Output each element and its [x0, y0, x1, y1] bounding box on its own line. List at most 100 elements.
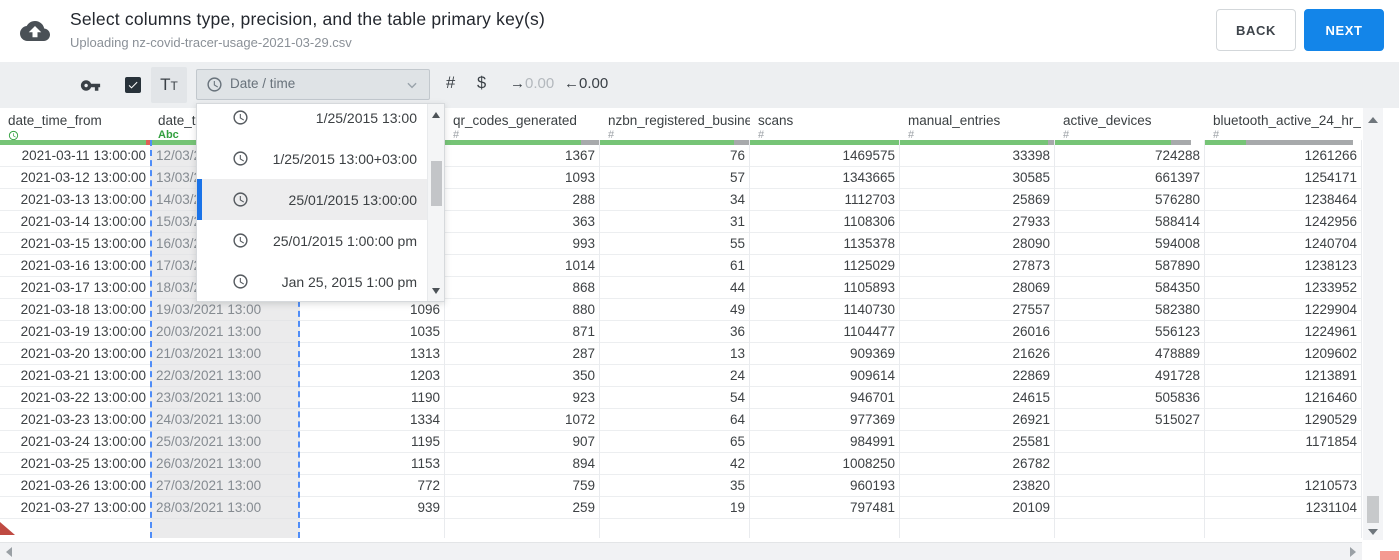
- table-cell: 2021-03-14 13:00:00: [0, 211, 150, 233]
- column-body: 724288 661397 576280 588414 594008 587890 5843…: [1055, 140, 1205, 538]
- datetime-format-option[interactable]: 1/25/2015 13:00+03:00: [197, 138, 427, 179]
- table-column-manual_entries[interactable]: manual_entries #33398 30585 25869 27933 28090…: [900, 108, 1055, 538]
- format-option-label: Jan 25, 2015 1:00 pm: [281, 273, 417, 290]
- table-cell: 22869: [900, 365, 1054, 387]
- scroll-up-arrow[interactable]: [1368, 117, 1378, 123]
- table-cell: 65: [600, 431, 749, 453]
- datetime-format-option[interactable]: 25/01/2015 1:00:00 pm: [197, 220, 427, 261]
- table-cell: 2021-03-18 13:00:00: [0, 299, 150, 321]
- table-cell: 30585: [900, 167, 1054, 189]
- column-header[interactable]: scans #: [750, 108, 900, 141]
- table-cell: 1096: [300, 299, 444, 321]
- table-cell: 1153: [300, 453, 444, 475]
- horizontal-scrollbar-thumb[interactable]: [1380, 551, 1399, 560]
- table-cell: [1205, 453, 1361, 475]
- table-column-bluetooth_active_24_hr_[interactable]: bluetooth_active_24_hr_ #1261266 1254171 12…: [1205, 108, 1362, 538]
- vertical-scrollbar[interactable]: [1363, 108, 1383, 540]
- datetime-format-dropdown: 1/25/2015 13:00 1/25/2015 13:00+03:00 25/0…: [196, 103, 445, 302]
- format-option-label: 25/01/2015 1:00:00 pm: [272, 232, 417, 249]
- dropdown-scrollbar-thumb[interactable]: [431, 161, 442, 206]
- dropdown-scroll-down-arrow[interactable]: [432, 288, 440, 294]
- column-header[interactable]: manual_entries #: [900, 108, 1055, 141]
- table-cell: 871: [445, 321, 599, 343]
- table-cell: 1240704: [1205, 233, 1361, 255]
- table-cell: 939: [300, 497, 444, 519]
- table-cell: 2021-03-16 13:00:00: [0, 255, 150, 277]
- table-cell: 1224961: [1205, 321, 1361, 343]
- table-cell: 28090: [900, 233, 1054, 255]
- cloud-upload-icon: [20, 16, 50, 46]
- scroll-left-arrow[interactable]: [6, 547, 12, 557]
- scroll-down-arrow[interactable]: [1368, 529, 1378, 535]
- column-type-toolbar: TT Date / time # $ →0.00 ←0.00: [0, 62, 1399, 108]
- table-cell: 594008: [1055, 233, 1204, 255]
- table-cell: 1238464: [1205, 189, 1361, 211]
- column-header[interactable]: qr_codes_generated #: [445, 108, 600, 141]
- quality-bar-green: [445, 140, 581, 145]
- table-cell: 1035: [300, 321, 444, 343]
- vertical-scrollbar-thumb[interactable]: [1367, 496, 1379, 523]
- clock-icon: [232, 150, 249, 167]
- column-header[interactable]: nzbn_registered_busine #: [600, 108, 750, 141]
- table-cell: 505836: [1055, 387, 1204, 409]
- table-cell: 2021-03-15 13:00:00: [0, 233, 150, 255]
- datetime-format-value: Date / time: [230, 76, 296, 91]
- table-cell: 2021-03-24 13:00:00: [0, 431, 150, 453]
- table-cell: 1216460: [1205, 387, 1361, 409]
- column-header[interactable]: bluetooth_active_24_hr_ #: [1205, 108, 1362, 141]
- table-cell: 35: [600, 475, 749, 497]
- table-cell: 49: [600, 299, 749, 321]
- column-header[interactable]: active_devices #: [1055, 108, 1205, 141]
- table-cell: 2021-03-26 13:00:00: [0, 475, 150, 497]
- datetime-format-option[interactable]: 25/01/2015 13:00:00: [197, 179, 427, 220]
- table-cell: 2021-03-25 13:00:00: [0, 453, 150, 475]
- column-header[interactable]: date_time_from: [0, 108, 150, 141]
- table-cell: 2021-03-20 13:00:00: [0, 343, 150, 365]
- table-cell: 1238123: [1205, 255, 1361, 277]
- number-type-button[interactable]: #: [446, 74, 455, 93]
- table-cell: 1140730: [750, 299, 899, 321]
- column-quality-bar: [600, 140, 749, 145]
- dropdown-scroll-up-arrow[interactable]: [432, 112, 440, 118]
- table-cell: 880: [445, 299, 599, 321]
- decimal-increase-button[interactable]: →0.00: [510, 75, 554, 92]
- column-name: qr_codes_generated: [453, 113, 577, 128]
- primary-key-icon[interactable]: [80, 75, 101, 96]
- table-cell: 907: [445, 431, 599, 453]
- table-column-nzbn_registered_busine[interactable]: nzbn_registered_busine #76 57 34 31 55 61 44 49 3…: [600, 108, 750, 538]
- next-button[interactable]: NEXT: [1304, 9, 1384, 51]
- table-cell: 1343665: [750, 167, 899, 189]
- column-body: 2021-03-11 13:00:00 2021-03-12 13:00:00 20…: [0, 140, 150, 538]
- text-type-button[interactable]: TT: [151, 67, 187, 103]
- table-cell: 1104477: [750, 321, 899, 343]
- column-body: 76 57 34 31 55 61 44 49 36 13 24 54 64 65 42 35 19: [600, 140, 750, 538]
- table-cell: 25581: [900, 431, 1054, 453]
- table-column-active_devices[interactable]: active_devices #724288 661397 576280 588414 5…: [1055, 108, 1205, 538]
- table-column-date_time_from[interactable]: date_time_from 2021-03-11 13:00:00 2021-03…: [0, 108, 150, 538]
- table-cell: 26921: [900, 409, 1054, 431]
- table-cell: [1055, 431, 1204, 453]
- horizontal-scrollbar[interactable]: [0, 542, 1362, 560]
- datetime-format-option[interactable]: Jan 25, 2015 1:00 pm: [197, 261, 427, 301]
- decimal-decrease-button[interactable]: ←0.00: [564, 75, 608, 92]
- table-cell: 1108306: [750, 211, 899, 233]
- table-column-qr_codes_generated[interactable]: qr_codes_generated #1367 1093 288 363 993 1014…: [445, 108, 600, 538]
- currency-type-button[interactable]: $: [477, 74, 486, 93]
- table-cell: 61: [600, 255, 749, 277]
- datetime-format-option[interactable]: 1/25/2015 13:00: [197, 104, 427, 138]
- table-cell: 57: [600, 167, 749, 189]
- table-cell: 1254171: [1205, 167, 1361, 189]
- table-cell: 1213891: [1205, 365, 1361, 387]
- table-cell: 1290529: [1205, 409, 1361, 431]
- table-cell: 2021-03-17 13:00:00: [0, 277, 150, 299]
- dropdown-scrollbar[interactable]: [427, 104, 444, 301]
- table-cell: 25869: [900, 189, 1054, 211]
- table-column-scans[interactable]: scans #1469575 1343665 1112703 1108306 113537…: [750, 108, 900, 538]
- datetime-format-select[interactable]: Date / time: [196, 69, 430, 100]
- table-cell: 1125029: [750, 255, 899, 277]
- column-enabled-checkbox[interactable]: [125, 77, 141, 93]
- table-cell: 993: [445, 233, 599, 255]
- scroll-right-arrow[interactable]: [1350, 547, 1356, 557]
- back-button[interactable]: BACK: [1216, 9, 1296, 51]
- table-cell: 1171854: [1205, 431, 1361, 453]
